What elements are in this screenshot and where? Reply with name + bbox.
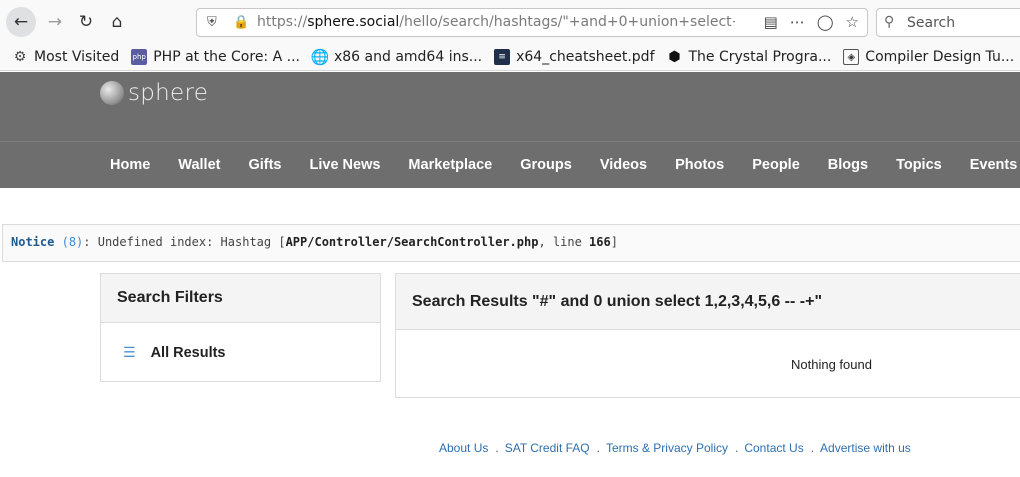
search-results-panel: Search Results "#" and 0 union select 1,… — [395, 273, 1020, 398]
php-icon: php — [131, 49, 148, 65]
bookmark-php[interactable]: php PHP at the Core: A ... — [131, 49, 300, 65]
footer-sat-credit-faq[interactable]: SAT Credit FAQ — [505, 441, 590, 455]
notice-line-label: , line — [538, 235, 590, 249]
footer-about-us[interactable]: About Us — [439, 441, 488, 455]
pdf-icon: ≡ — [494, 49, 511, 65]
empty-results-message: Nothing found — [791, 357, 872, 372]
forward-arrow-icon: → — [47, 12, 63, 32]
bookmark-label: The Crystal Progra... — [688, 49, 832, 65]
address-bar[interactable]: ⛨ 🔒 https://sphere.social/hello/search/h… — [196, 8, 868, 37]
crystal-icon: ⬢ — [668, 49, 681, 65]
home-button[interactable]: ⌂ — [102, 7, 132, 37]
filter-label: All Results — [150, 345, 226, 361]
header-divider — [0, 141, 1020, 142]
browser-toolbar: ← → ↻ ⌂ ⛨ 🔒 https://sphere.social/hello/… — [0, 0, 1020, 44]
notice-message: : Undefined index: Hashtag [ — [83, 235, 286, 249]
url-path: /hello/search/hashtags/"+and+0+union+sel… — [399, 14, 735, 30]
nav-home[interactable]: Home — [96, 157, 164, 173]
filters-title: Search Filters — [101, 274, 380, 323]
notice-line: 166 — [589, 235, 611, 249]
nav-topics[interactable]: Topics — [882, 157, 956, 173]
bookmarks-bar: ⚙ Most Visited php PHP at the Core: A ..… — [0, 44, 1020, 71]
bookmark-most-visited[interactable]: ⚙ Most Visited — [12, 49, 120, 65]
logo-globe-icon — [100, 81, 124, 105]
nav-people[interactable]: People — [738, 157, 814, 173]
pocket-icon[interactable]: ◯ — [817, 13, 834, 31]
site-header: sphere Home Wallet Gifts Live News Marke… — [0, 72, 1020, 188]
shield-icon[interactable]: ⛨ — [207, 15, 217, 30]
more-icon[interactable]: ⋯ — [790, 13, 805, 31]
search-placeholder: Search — [907, 15, 956, 31]
bookmark-label: x86 and amd64 ins... — [333, 49, 483, 65]
gear-icon: ⚙ — [13, 49, 27, 65]
results-title: Search Results "#" and 0 union select 1,… — [396, 274, 1020, 330]
reload-button[interactable]: ↻ — [71, 7, 101, 37]
notice-code: (8) — [61, 235, 84, 249]
site-logo[interactable]: sphere — [100, 80, 208, 106]
nav-wallet[interactable]: Wallet — [164, 157, 234, 173]
url-text[interactable]: https://sphere.social/hello/search/hasht… — [257, 14, 735, 30]
bookmark-label: x64_cheatsheet.pdf — [516, 49, 655, 65]
notice-level: Notice — [11, 235, 55, 249]
footer-separator: . — [495, 441, 499, 455]
php-notice: Notice (8): Undefined index: Hashtag [AP… — [2, 224, 1020, 262]
list-icon: ☰ — [123, 345, 136, 361]
footer-terms-privacy[interactable]: Terms & Privacy Policy — [606, 441, 728, 455]
reader-view-icon[interactable]: ▤ — [764, 13, 778, 31]
search-icon: ⚲ — [884, 14, 895, 30]
main-nav: Home Wallet Gifts Live News Marketplace … — [96, 157, 1020, 173]
bookmark-label: PHP at the Core: A ... — [153, 49, 300, 65]
home-icon: ⌂ — [111, 12, 123, 32]
nav-events[interactable]: Events — [956, 157, 1020, 173]
logo-text: sphere — [128, 80, 209, 106]
bookmark-label: Compiler Design Tu... — [865, 49, 1015, 65]
footer-advertise[interactable]: Advertise with us — [820, 441, 911, 455]
star-icon[interactable]: ☆ — [846, 13, 859, 31]
notice-close-bracket: ] — [610, 235, 618, 249]
bookmark-x86[interactable]: 🌐 x86 and amd64 ins... — [310, 48, 483, 66]
back-button[interactable]: ← — [6, 7, 36, 37]
bookmark-crystal[interactable]: ⬢ The Crystal Progra... — [667, 49, 832, 65]
nav-videos[interactable]: Videos — [586, 157, 661, 173]
footer-separator: . — [735, 441, 739, 455]
browser-search-input[interactable]: ⚲ Search — [876, 8, 1020, 37]
reload-icon: ↻ — [78, 12, 94, 32]
url-host: sphere.social — [307, 14, 400, 30]
footer-contact-us[interactable]: Contact Us — [744, 441, 803, 455]
site-footer: About Us. SAT Credit FAQ. Terms & Privacy … — [439, 441, 911, 455]
url-scheme: https:// — [257, 14, 308, 30]
bookmark-x64-cheatsheet[interactable]: ≡ x64_cheatsheet.pdf — [494, 49, 655, 65]
bookmark-label: Most Visited — [34, 49, 120, 65]
nav-photos[interactable]: Photos — [661, 157, 738, 173]
lock-icon[interactable]: 🔒 — [233, 15, 249, 30]
nav-live-news[interactable]: Live News — [296, 157, 395, 173]
nav-blogs[interactable]: Blogs — [814, 157, 882, 173]
footer-separator: . — [596, 441, 600, 455]
forward-button[interactable]: → — [40, 7, 70, 37]
globe-icon: 🌐 — [310, 48, 330, 66]
footer-separator: . — [810, 441, 815, 455]
nav-groups[interactable]: Groups — [506, 157, 586, 173]
back-arrow-icon: ← — [13, 12, 29, 32]
filter-all-results[interactable]: ☰ All Results — [123, 345, 226, 361]
nav-marketplace[interactable]: Marketplace — [394, 157, 506, 173]
nav-gifts[interactable]: Gifts — [234, 157, 295, 173]
notice-file: APP/Controller/SearchController.php — [285, 235, 539, 249]
search-filters-panel: Search Filters ☰ All Results — [100, 273, 381, 382]
bookmark-compiler-design[interactable]: ◈ Compiler Design Tu... — [843, 49, 1014, 65]
tutorial-icon: ◈ — [843, 49, 860, 65]
